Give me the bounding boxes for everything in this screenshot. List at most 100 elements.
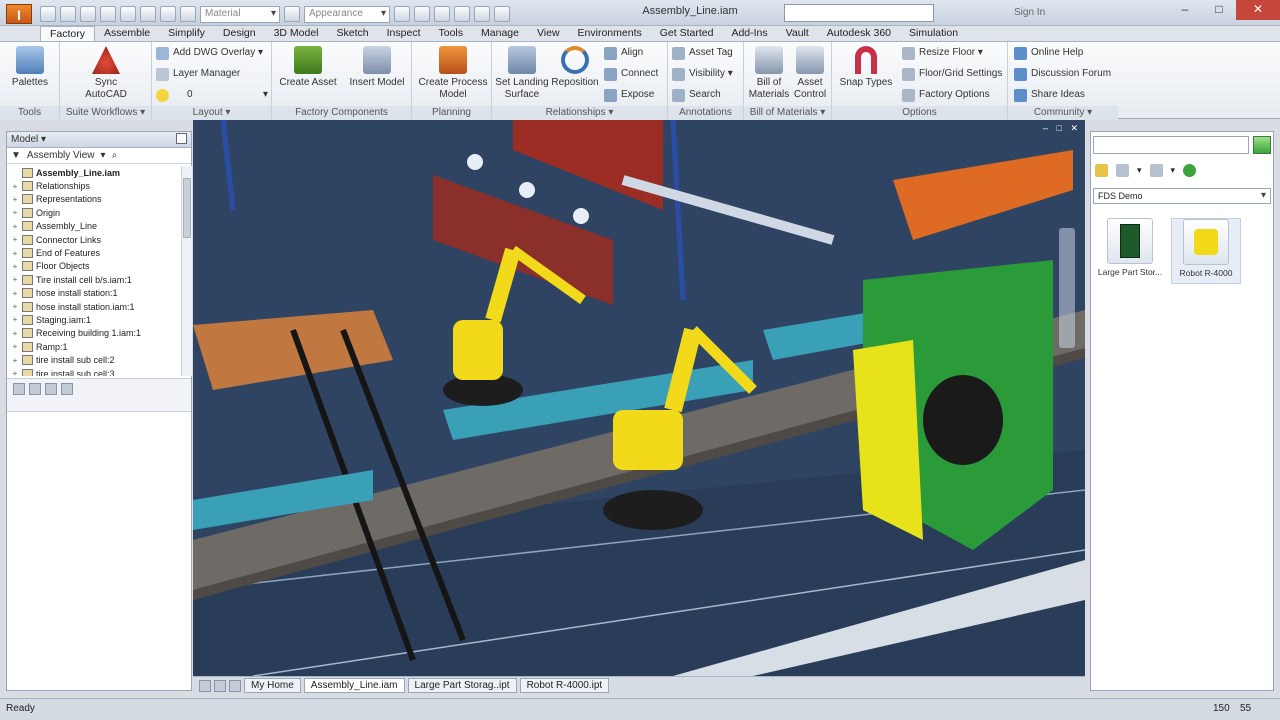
factory-options-button[interactable]: Factory Options	[902, 86, 990, 104]
expand-icon[interactable]: +	[11, 195, 19, 204]
bill-of-materials-button[interactable]: Bill of Materials	[746, 46, 792, 101]
tab-design[interactable]: Design	[214, 26, 265, 42]
browser-title[interactable]: Model ▾	[11, 134, 46, 145]
browser-splitter[interactable]	[7, 378, 191, 412]
expand-icon[interactable]: +	[11, 262, 19, 271]
pane-icon[interactable]	[13, 383, 25, 395]
list-view-icon[interactable]	[1116, 163, 1129, 177]
tree-view-icon[interactable]	[1149, 163, 1163, 177]
settings-icon[interactable]	[45, 383, 57, 395]
tab-inspect[interactable]: Inspect	[378, 26, 430, 42]
expand-icon[interactable]: +	[11, 275, 19, 284]
tree-scrollbar[interactable]	[181, 166, 192, 376]
expand-icon[interactable]: +	[11, 249, 19, 258]
tab-3d-model[interactable]: 3D Model	[265, 26, 328, 42]
tab-environments[interactable]: Environments	[569, 26, 651, 42]
doc-tab[interactable]: Robot R-4000.ipt	[519, 678, 610, 693]
folder-icon[interactable]	[1095, 163, 1108, 177]
expand-icon[interactable]: +	[11, 235, 19, 244]
tree-item[interactable]: + Staging.iam:1	[7, 313, 181, 326]
set-landing-surface-button[interactable]: Set Landing Surface	[494, 46, 550, 101]
tab-sketch[interactable]: Sketch	[328, 26, 378, 42]
fx-icon[interactable]	[474, 6, 490, 22]
tree-item[interactable]: + Tire install cell b/s.iam:1	[7, 273, 181, 286]
layer-manager-button[interactable]: Layer Manager	[156, 65, 240, 83]
align-button[interactable]: Align	[604, 44, 643, 62]
marker-pin[interactable]	[519, 182, 535, 198]
marker-pin[interactable]	[573, 208, 589, 224]
layer-select[interactable]: 0 ▾	[156, 86, 268, 104]
navigation-bar[interactable]	[1059, 228, 1075, 348]
refresh-icon[interactable]	[1183, 163, 1197, 177]
color-icon[interactable]	[434, 6, 450, 22]
tree-item[interactable]: + hose install station:1	[7, 287, 181, 300]
sign-in-link[interactable]: Sign In	[1000, 4, 1110, 22]
open-icon[interactable]	[60, 6, 76, 22]
scrollbar-thumb[interactable]	[183, 178, 191, 238]
share-ideas-button[interactable]: Share Ideas	[1014, 86, 1085, 104]
add-dwg-overlay-button[interactable]: Add DWG Overlay ▾	[156, 44, 263, 62]
resize-floor-button[interactable]: Resize Floor ▾	[902, 44, 983, 62]
tab-tools[interactable]: Tools	[430, 26, 473, 42]
tree-item[interactable]: Assembly_Line.iam	[7, 166, 181, 179]
doc-tab[interactable]: Assembly_Line.iam	[303, 678, 405, 693]
measure-icon[interactable]	[454, 6, 470, 22]
chevron-down-icon[interactable]: ▾	[1137, 165, 1142, 176]
cascade-icon[interactable]	[214, 679, 226, 692]
save-icon[interactable]	[80, 6, 96, 22]
tile-icon[interactable]	[199, 679, 211, 692]
tab-assemble[interactable]: Assemble	[95, 26, 159, 42]
tree-item[interactable]: + Origin	[7, 206, 181, 219]
expand-icon[interactable]: +	[11, 329, 19, 338]
browser-close-icon[interactable]	[176, 133, 187, 144]
tree-item[interactable]: + Receiving building 1.iam:1	[7, 327, 181, 340]
asset-large-part-storage[interactable]: Large Part Stor...	[1095, 218, 1165, 284]
library-select[interactable]: FDS Demo	[1093, 188, 1271, 204]
update-icon[interactable]	[160, 6, 176, 22]
tree-item[interactable]: + Floor Objects	[7, 260, 181, 273]
discussion-forum-button[interactable]: Discussion Forum	[1014, 65, 1111, 83]
help-search-input[interactable]	[784, 4, 934, 22]
doc-tab[interactable]: My Home	[244, 678, 301, 693]
create-asset-button[interactable]: Create Asset	[278, 46, 338, 89]
online-help-button[interactable]: Online Help	[1014, 44, 1083, 62]
tab-simplify[interactable]: Simplify	[159, 26, 214, 42]
expand-icon[interactable]: +	[11, 315, 19, 324]
tab-vault[interactable]: Vault	[777, 26, 818, 42]
asset-search-input[interactable]	[1093, 136, 1249, 154]
search-go-button[interactable]	[1253, 136, 1271, 154]
clear-icon[interactable]	[414, 6, 430, 22]
assembly-view-select[interactable]: Assembly View	[27, 150, 95, 161]
tree-item[interactable]: + Assembly_Line	[7, 220, 181, 233]
expose-button[interactable]: Expose	[604, 86, 654, 104]
appearance-select[interactable]: Appearance	[304, 5, 390, 23]
new-icon[interactable]	[40, 6, 56, 22]
home-icon[interactable]	[140, 6, 156, 22]
undo-icon[interactable]	[100, 6, 116, 22]
refresh-icon[interactable]	[29, 383, 41, 395]
expand-icon[interactable]: +	[11, 356, 19, 365]
list-tabs-icon[interactable]	[229, 679, 241, 692]
tab-get-started[interactable]: Get Started	[651, 26, 723, 42]
palettes-button[interactable]: Palettes	[6, 46, 54, 89]
tree-item[interactable]: + tire install sub cell:3	[7, 367, 181, 376]
snap-types-button[interactable]: Snap Types	[836, 46, 896, 89]
tab-add-ins[interactable]: Add-Ins	[722, 26, 776, 42]
graphics-viewport[interactable]: – □ ✕	[193, 120, 1085, 676]
appearance-icon[interactable]	[284, 6, 300, 22]
close-button[interactable]: ✕	[1236, 0, 1280, 20]
binoculars-icon[interactable]: ⌕	[112, 150, 118, 161]
chevron-down-icon[interactable]: ▾	[1171, 165, 1176, 176]
expand-icon[interactable]: +	[11, 302, 19, 311]
viewport-controls[interactable]: – □ ✕	[1043, 123, 1081, 134]
minimize-button[interactable]: –	[1168, 0, 1202, 20]
expand-icon[interactable]: +	[11, 182, 19, 191]
expand-icon[interactable]: +	[11, 208, 19, 217]
expand-icon[interactable]: +	[11, 342, 19, 351]
expand-icon[interactable]: +	[11, 222, 19, 231]
chevron-down-icon[interactable]: ▾	[101, 150, 106, 161]
search-button[interactable]: Search	[672, 86, 721, 104]
tab-manage[interactable]: Manage	[472, 26, 528, 42]
floor-grid-settings-button[interactable]: Floor/Grid Settings	[902, 65, 1002, 83]
tab-view[interactable]: View	[528, 26, 569, 42]
